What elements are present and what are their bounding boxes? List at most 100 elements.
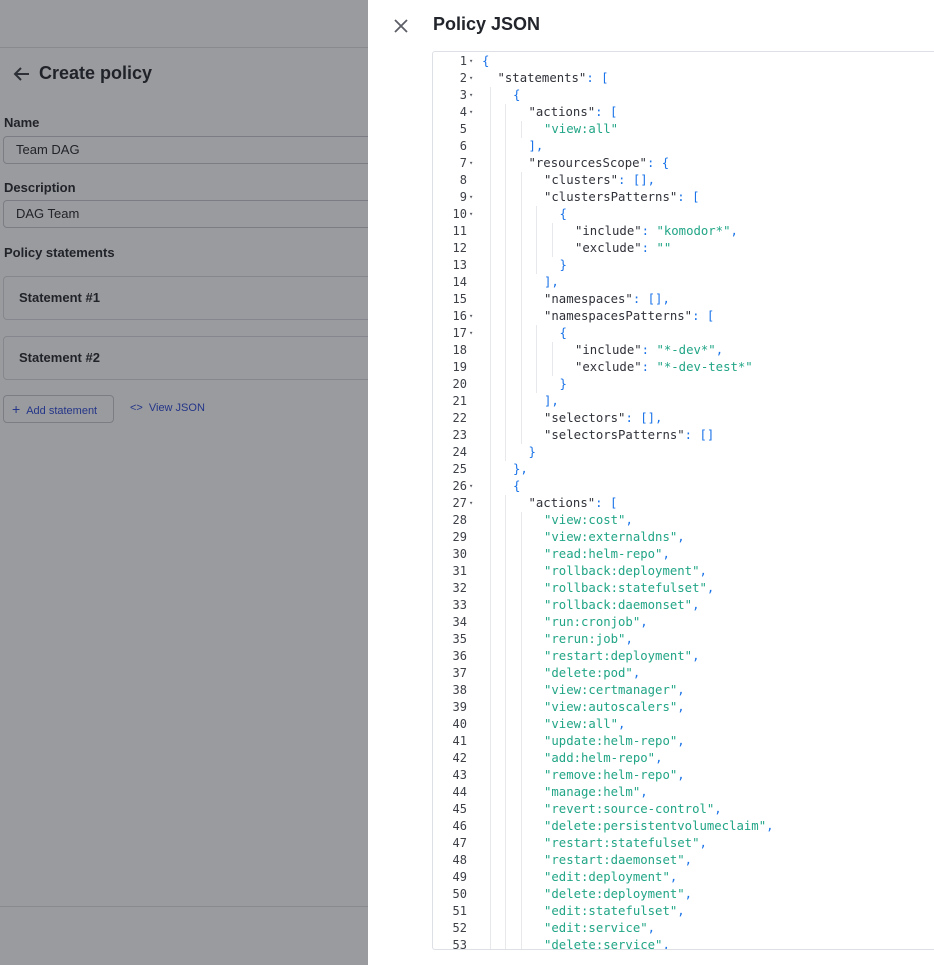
code-line: 5 "view:all" [433,121,934,138]
indent-guide [505,257,506,274]
indent-guide [536,206,537,223]
fold-caret-icon[interactable]: ▾ [469,155,477,172]
line-number: 52 [452,921,467,935]
indent-guide [505,835,506,852]
fold-caret-icon[interactable]: ▾ [469,53,477,70]
indent-guide [520,699,522,716]
code-text: "delete:persistentvolumeclaim", [544,818,774,835]
indent-guide [489,427,491,444]
code-text: "edit:service", [544,920,655,937]
indent-guide [551,223,553,240]
indent-guide [505,546,506,563]
code-text: "clustersPatterns": [ [544,189,699,206]
fold-caret-icon[interactable]: ▾ [469,206,477,223]
punctuation-token: : [641,224,657,238]
line-number: 6 [459,139,467,153]
indent-guide [536,257,537,274]
line-number: 16 [452,309,467,323]
indent-guide [536,359,537,376]
fold-caret-icon[interactable]: ▾ [469,325,477,342]
string-token: "*-dev-test*" [656,360,753,374]
code-line: 31 "rollback:deployment", [433,563,934,580]
line-number: 42 [452,751,467,765]
punctuation-token: : [ [595,105,618,119]
code-text: "exclude": "" [575,240,671,257]
code-text: "delete:service", [544,937,670,949]
indent-guide [520,172,522,189]
string-token: "view:cost" [544,513,626,527]
indent-guide [505,342,506,359]
code-line: 48 "restart:daemonset", [433,852,934,869]
key-token: "exclude" [575,360,642,374]
punctuation-token: , [699,836,707,850]
line-number: 28 [452,513,467,527]
indent-guide [520,325,522,342]
punctuation-token: , [669,870,678,884]
drawer-title: Policy JSON [433,14,541,34]
json-code-editor[interactable]: 1 ▾{2 ▾ "statements": [3 ▾{4 ▾ "actions": [5 "v… [432,51,934,950]
indent-guide [520,835,522,852]
indent-guide [489,121,491,138]
punctuation-token: } [559,258,567,272]
indent-guide [489,733,491,750]
string-token: "revert:source-control" [544,802,715,816]
indent-guide [505,291,506,308]
indent-guide [520,597,522,614]
indent-guide [489,648,491,665]
code-line: 34 "run:cronjob", [433,614,934,631]
string-token: "edit:statefulset" [544,904,678,918]
punctuation-token: : [ [677,190,700,204]
code-line: 11 "include": "komodor*", [433,223,934,240]
line-number: 5 [459,122,467,136]
indent-guide [505,682,506,699]
fold-caret-icon[interactable]: ▾ [469,70,477,87]
indent-guide [505,801,506,818]
string-token: "restart:statefulset" [544,836,700,850]
fold-caret-icon[interactable]: ▾ [469,189,477,206]
punctuation-token: : [], [625,411,663,425]
code-line: 12 "exclude": "" [433,240,934,257]
string-token: "view:all" [544,717,619,731]
indent-guide [520,716,522,733]
code-text: "view:externaldns", [544,529,685,546]
fold-caret-icon[interactable]: ▾ [469,308,477,325]
indent-guide [520,359,522,376]
indent-guide [489,155,491,172]
code-text: "actions": [ [529,104,618,121]
key-token: "statements" [497,71,587,85]
key-token: "exclude" [575,241,642,255]
indent-guide [489,886,491,903]
indent-guide [489,478,491,495]
fold-caret-icon[interactable]: ▾ [469,495,477,512]
indent-guide [489,308,491,325]
key-token: "actions" [528,496,596,510]
indent-guide [520,937,522,949]
indent-guide [505,512,506,529]
punctuation-token: , [692,598,700,612]
close-button[interactable] [392,17,410,35]
indent-guide [489,869,491,886]
indent-guide [520,733,522,750]
punctuation-token: { [559,207,567,221]
indent-guide [520,189,522,206]
indent-guide [489,291,491,308]
code-text: "add:helm-repo", [544,750,662,767]
punctuation-token: , [684,853,693,867]
code-line: 15 "namespaces": [], [433,291,934,308]
code-text: ], [529,138,544,155]
indent-guide [505,274,506,291]
indent-guide [505,444,506,461]
code-text: "include": "*-dev*", [575,342,723,359]
punctuation-token: } [559,377,567,391]
code-line: 51 "edit:statefulset", [433,903,934,920]
code-line: 39 "view:autoscalers", [433,699,934,716]
fold-caret-icon[interactable]: ▾ [469,87,477,104]
punctuation-token: : [], [632,292,670,306]
code-line: 9 ▾ "clustersPatterns": [ [433,189,934,206]
fold-caret-icon[interactable]: ▾ [469,478,477,495]
indent-guide [520,223,522,240]
fold-caret-icon[interactable]: ▾ [469,104,477,121]
indent-guide [505,614,506,631]
line-number: 23 [452,428,467,442]
indent-guide [505,138,506,155]
